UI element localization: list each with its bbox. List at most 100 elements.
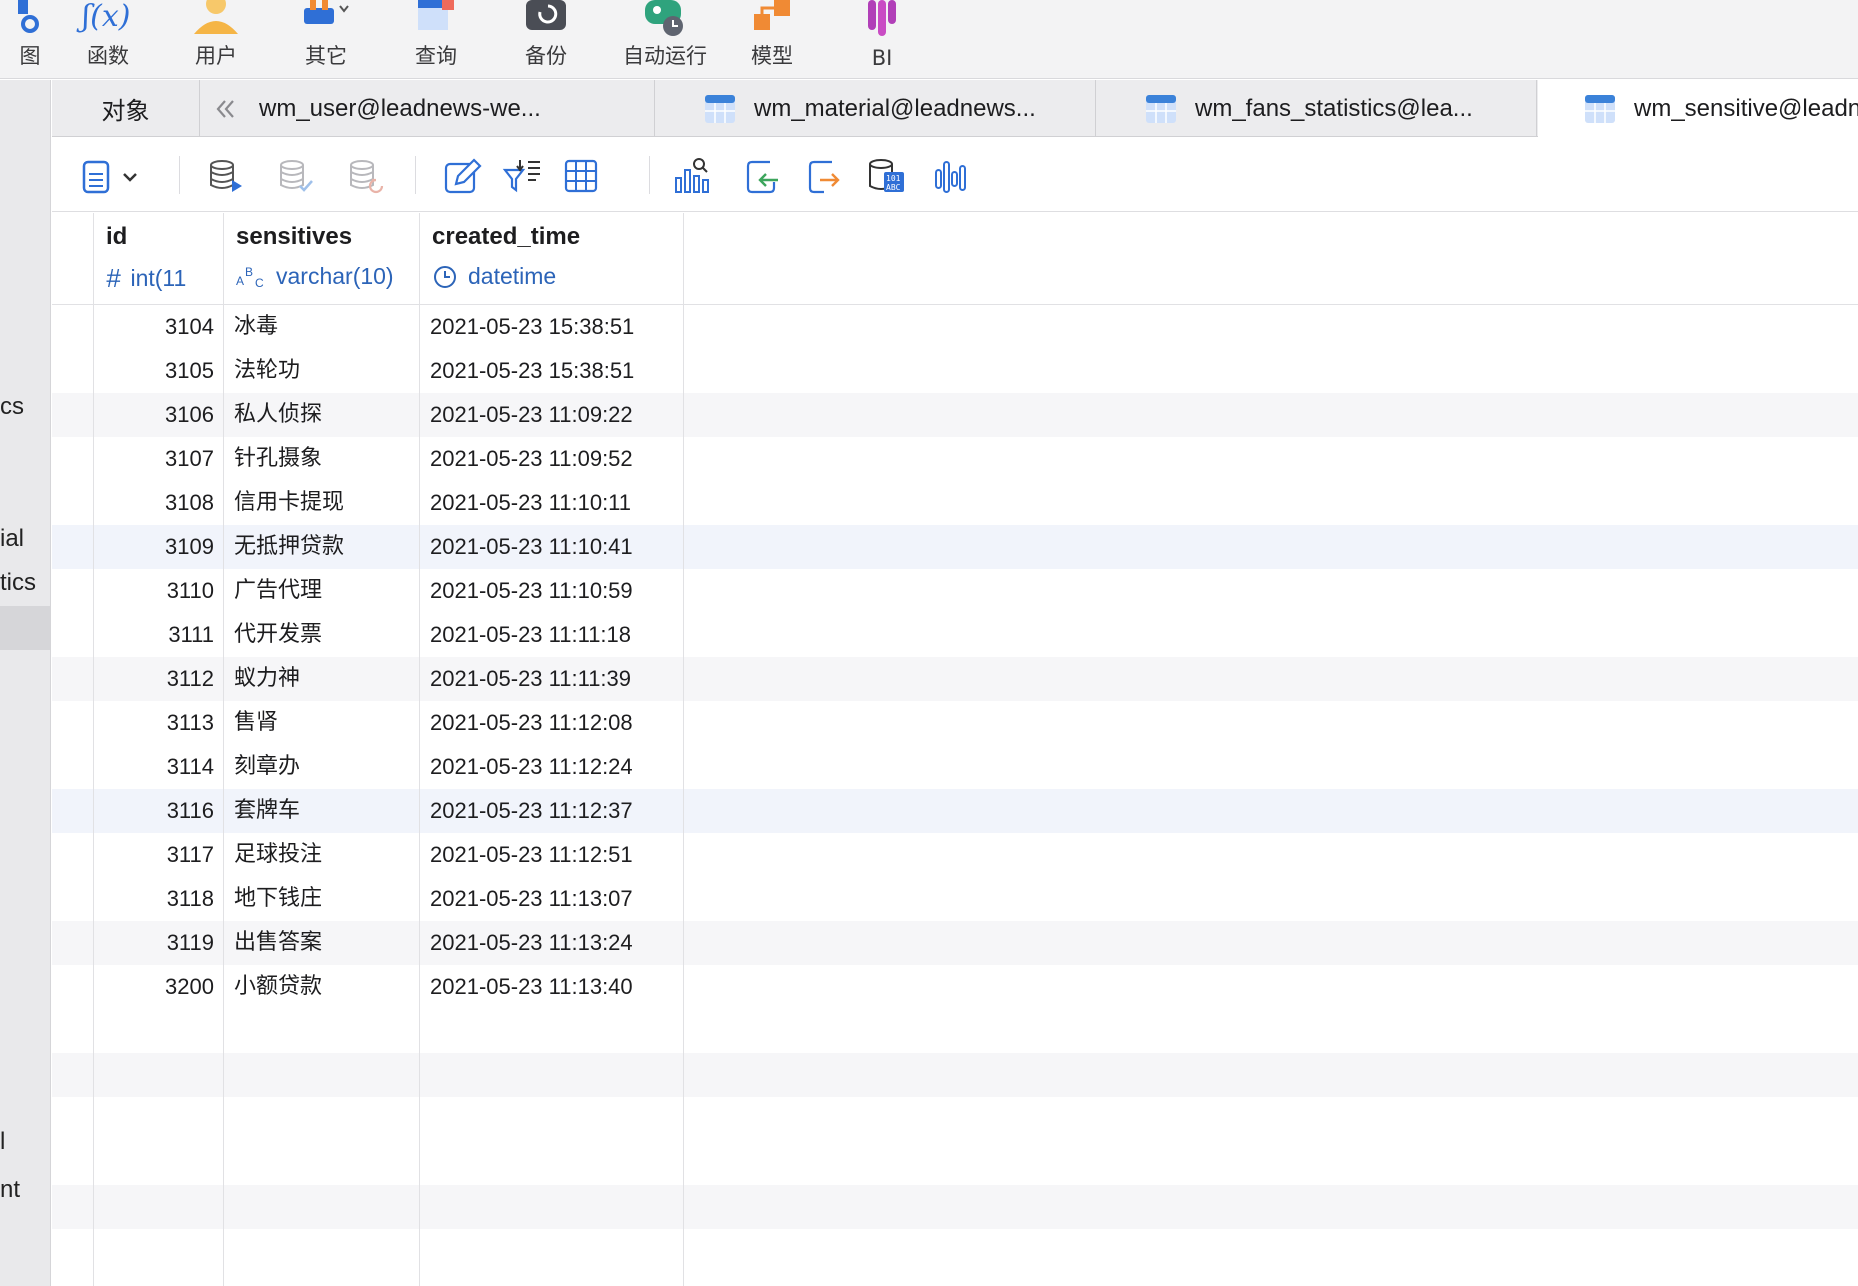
begin-transaction-button[interactable] — [206, 156, 246, 196]
cell-id[interactable]: 3119 — [94, 921, 214, 965]
cell-created-time[interactable]: 2021-05-23 11:10:41 — [430, 525, 680, 569]
cell-created-time[interactable]: 2021-05-23 11:11:39 — [430, 657, 680, 701]
tab-wm-user[interactable]: wm_user@leadnews-we... — [201, 80, 655, 137]
table-row[interactable]: 3109 无抵押贷款 2021-05-23 11:10:41 — [52, 525, 1858, 569]
cell-sensitives[interactable]: 代开发票 — [234, 613, 414, 657]
cell-sensitives[interactable]: 售肾 — [234, 701, 414, 745]
cell-id[interactable]: 3107 — [94, 437, 214, 481]
cell-id[interactable]: 3111 — [94, 613, 214, 657]
table-row[interactable]: 3110 广告代理 2021-05-23 11:10:59 — [52, 569, 1858, 613]
cell-sensitives[interactable]: 冰毒 — [234, 305, 414, 349]
cell-created-time[interactable]: 2021-05-23 11:12:37 — [430, 789, 680, 833]
table-row[interactable]: 3119 出售答案 2021-05-23 11:13:24 — [52, 921, 1858, 965]
cell-sensitives[interactable]: 出售答案 — [234, 921, 414, 965]
profile-button[interactable] — [932, 156, 972, 196]
cell-created-time[interactable]: 2021-05-23 15:38:51 — [430, 305, 680, 349]
cell-sensitives[interactable]: 刻章办 — [234, 745, 414, 789]
sidebar-item-label[interactable]: tics — [0, 569, 36, 597]
column-header-created-time[interactable]: created_time datetime — [420, 213, 684, 305]
import-button[interactable] — [742, 156, 782, 196]
cell-created-time[interactable]: 2021-05-23 11:12:51 — [430, 833, 680, 877]
table-row[interactable]: 3200 小额贷款 2021-05-23 11:13:40 — [52, 965, 1858, 1009]
table-row[interactable]: 3112 蚁力神 2021-05-23 11:11:39 — [52, 657, 1858, 701]
tab-wm-sensitive[interactable]: wm_sensitive@leadnews. — [1538, 80, 1858, 138]
cell-sensitives[interactable]: 信用卡提现 — [234, 481, 414, 525]
cell-created-time[interactable]: 2021-05-23 11:13:40 — [430, 965, 680, 1009]
cell-created-time[interactable]: 2021-05-23 11:11:18 — [430, 613, 680, 657]
table-row[interactable]: 3118 地下钱庄 2021-05-23 11:13:07 — [52, 877, 1858, 921]
toolbar-er-diagram[interactable]: 图 — [0, 0, 60, 79]
toolbar-model[interactable]: 模型 — [722, 0, 822, 79]
toolbar-backup[interactable]: 备份 — [496, 0, 596, 79]
cell-sensitives[interactable]: 地下钱庄 — [234, 877, 414, 921]
cell-id[interactable]: 3110 — [94, 569, 214, 613]
export-button[interactable] — [802, 156, 842, 196]
cell-sensitives[interactable]: 法轮功 — [234, 349, 414, 393]
toolbar-users[interactable]: 用户 — [166, 0, 266, 79]
cell-sensitives[interactable]: 私人侦探 — [234, 393, 414, 437]
toolbar-functions[interactable]: ʃ(x) 函数 — [58, 0, 158, 79]
cell-sensitives[interactable]: 小额贷款 — [234, 965, 414, 1009]
cell-created-time[interactable]: 2021-05-23 11:12:24 — [430, 745, 680, 789]
sidebar-item-label[interactable]: nt — [0, 1176, 20, 1204]
cell-sensitives[interactable]: 无抵押贷款 — [234, 525, 414, 569]
table-row[interactable]: 3111 代开发票 2021-05-23 11:11:18 — [52, 613, 1858, 657]
cell-created-time[interactable]: 2021-05-23 11:09:52 — [430, 437, 680, 481]
sidebar-item-label[interactable]: ial — [0, 525, 24, 553]
sidebar-selected-item[interactable] — [0, 606, 50, 650]
table-row[interactable]: 3106 私人侦探 2021-05-23 11:09:22 — [52, 393, 1858, 437]
tab-wm-material[interactable]: wm_material@leadnews... — [656, 80, 1096, 137]
cell-created-time[interactable]: 2021-05-23 11:12:08 — [430, 701, 680, 745]
tab-wm-fans-statistics[interactable]: wm_fans_statistics@lea... — [1097, 80, 1537, 137]
cell-created-time[interactable]: 2021-05-23 15:38:51 — [430, 349, 680, 393]
cell-sensitives[interactable]: 针孔摄象 — [234, 437, 414, 481]
table-row[interactable]: 3107 针孔摄象 2021-05-23 11:09:52 — [52, 437, 1858, 481]
cell-created-time[interactable]: 2021-05-23 11:13:07 — [430, 877, 680, 921]
toolbar-query[interactable]: 查询 — [386, 0, 486, 79]
table-row[interactable]: 3117 足球投注 2021-05-23 11:12:51 — [52, 833, 1858, 877]
commit-button[interactable] — [276, 156, 316, 196]
data-grid[interactable]: id # int(11 sensitives A B C varchar(10) — [52, 213, 1858, 1286]
table-row[interactable]: 3113 售肾 2021-05-23 11:12:08 — [52, 701, 1858, 745]
tab-objects[interactable]: 对象 — [52, 80, 200, 137]
rollback-button[interactable] — [346, 156, 386, 196]
cell-id[interactable]: 3118 — [94, 877, 214, 921]
cell-sensitives[interactable]: 广告代理 — [234, 569, 414, 613]
cell-id[interactable]: 3112 — [94, 657, 214, 701]
cell-id[interactable]: 3105 — [94, 349, 214, 393]
cell-id[interactable]: 3113 — [94, 701, 214, 745]
cell-id[interactable]: 3116 — [94, 789, 214, 833]
grid-view-button[interactable] — [562, 156, 602, 196]
cell-id[interactable]: 3109 — [94, 525, 214, 569]
cell-sensitives[interactable]: 蚁力神 — [234, 657, 414, 701]
column-header-sensitives[interactable]: sensitives A B C varchar(10) — [224, 213, 420, 305]
toolbar-bi[interactable]: BI — [832, 0, 932, 79]
table-row[interactable]: 3114 刻章办 2021-05-23 11:12:24 — [52, 745, 1858, 789]
filter-sort-button[interactable] — [502, 156, 542, 196]
cell-sensitives[interactable]: 套牌车 — [234, 789, 414, 833]
table-row[interactable]: 3105 法轮功 2021-05-23 15:38:51 — [52, 349, 1858, 393]
object-sidebar[interactable]: cs ial tics l nt — [0, 80, 51, 1286]
table-row[interactable]: 3108 信用卡提现 2021-05-23 11:10:11 — [52, 481, 1858, 525]
sidebar-item-label[interactable]: cs — [0, 393, 24, 421]
chevron-double-left-icon[interactable] — [211, 94, 241, 124]
table-row[interactable]: 3104 冰毒 2021-05-23 15:38:51 — [52, 305, 1858, 349]
edit-text-button[interactable] — [442, 156, 482, 196]
cell-sensitives[interactable]: 足球投注 — [234, 833, 414, 877]
cell-id[interactable]: 3200 — [94, 965, 214, 1009]
cell-id[interactable]: 3108 — [94, 481, 214, 525]
column-header-id[interactable]: id # int(11 — [94, 213, 224, 305]
sidebar-item-label[interactable]: l — [0, 1128, 5, 1156]
cell-created-time[interactable]: 2021-05-23 11:10:59 — [430, 569, 680, 613]
cell-created-time[interactable]: 2021-05-23 11:09:22 — [430, 393, 680, 437]
cell-id[interactable]: 3106 — [94, 393, 214, 437]
toolbar-automation[interactable]: 自动运行 — [610, 0, 720, 79]
cell-id[interactable]: 3117 — [94, 833, 214, 877]
table-row[interactable]: 3116 套牌车 2021-05-23 11:12:37 — [52, 789, 1858, 833]
cell-created-time[interactable]: 2021-05-23 11:13:24 — [430, 921, 680, 965]
chart-view-button[interactable] — [672, 156, 712, 196]
new-record-menu-button[interactable] — [80, 156, 150, 196]
cell-created-time[interactable]: 2021-05-23 11:10:11 — [430, 481, 680, 525]
toolbar-other[interactable]: 其它 — [276, 0, 376, 79]
data-generation-button[interactable]: 101 ABC — [866, 156, 906, 196]
